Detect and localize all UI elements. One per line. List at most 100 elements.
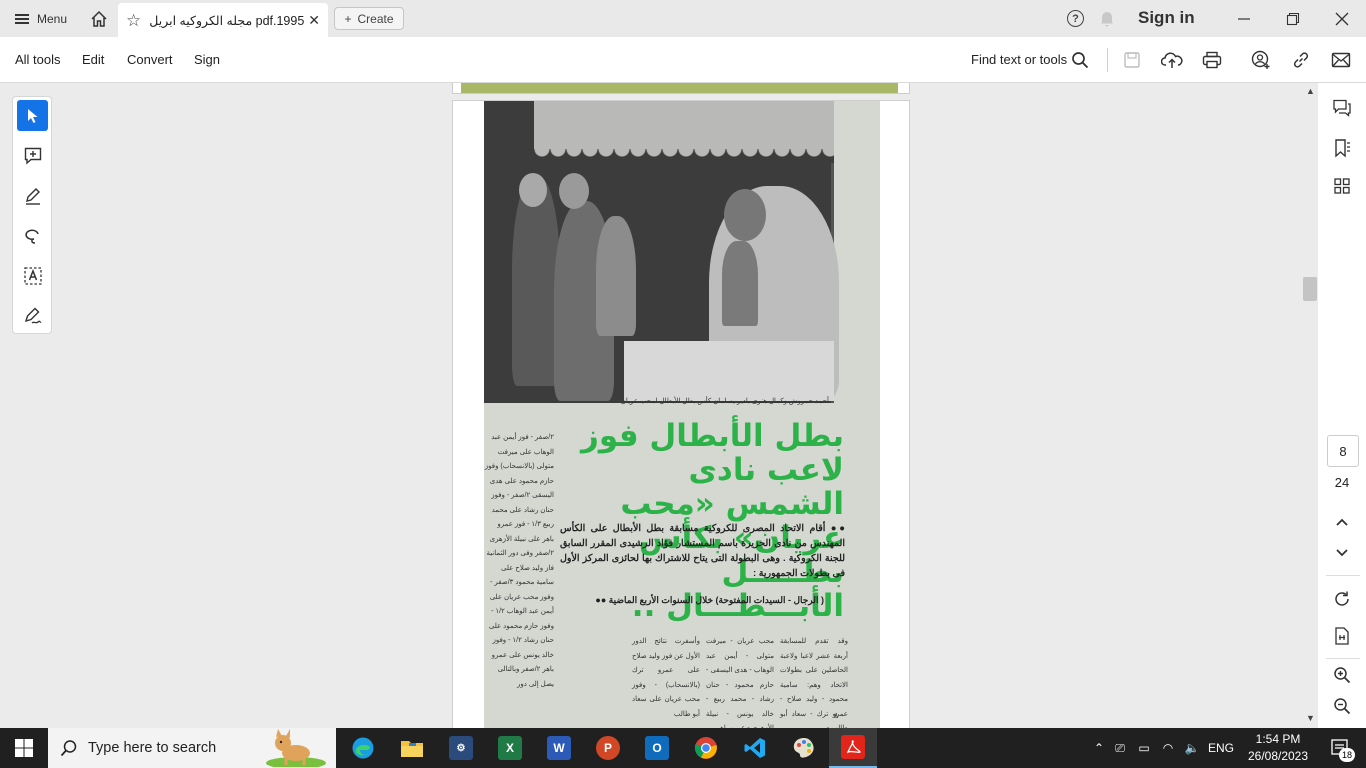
article-side-column: ٢/صفر - فوز أيمن عبد الوهاب على ميرفت مت…: [484, 434, 554, 688]
excel-app-icon[interactable]: X: [486, 728, 534, 768]
title-bar: Menu ☆ مجله الكروكيه ابريل pdf.1995 ✕ + …: [0, 0, 1366, 37]
paint-app-icon[interactable]: [780, 728, 828, 768]
email-icon[interactable]: [1329, 49, 1353, 71]
document-tab[interactable]: ☆ مجله الكروكيه ابريل pdf.1995 ✕: [118, 3, 328, 37]
share-user-icon[interactable]: [1249, 49, 1273, 71]
article-columns: وقد تقدم للمسابقة أربعة عشر لاعبا ولاعبة…: [560, 635, 848, 728]
cursor-icon: [27, 108, 37, 123]
article-intro: ●● أقام الاتحاد المصرى للكروكية مسابقة ب…: [560, 523, 845, 579]
minimize-button[interactable]: [1220, 0, 1268, 37]
close-window-button[interactable]: [1318, 0, 1366, 37]
convert-menu[interactable]: Convert: [127, 52, 173, 67]
star-icon[interactable]: ☆: [126, 12, 141, 29]
sign-in-button[interactable]: Sign in: [1138, 8, 1195, 28]
previous-page-image: [461, 83, 898, 93]
menu-label: Menu: [37, 11, 68, 26]
all-tools-menu[interactable]: All tools: [15, 52, 61, 67]
rail-divider: [1326, 658, 1360, 659]
close-tab-icon[interactable]: ✕: [304, 12, 320, 29]
language-indicator[interactable]: ENG: [1204, 741, 1238, 755]
document-viewport[interactable]: أحمد حمروش وكمال هنرى بادير يسلمان كأس ب…: [62, 83, 1302, 728]
sign-menu[interactable]: Sign: [194, 52, 220, 67]
search-icon[interactable]: [1068, 49, 1092, 71]
minimize-icon: [1238, 17, 1250, 20]
acrobat-app-icon[interactable]: [829, 728, 877, 768]
upload-cloud-icon[interactable]: [1160, 49, 1184, 71]
page-fit-icon[interactable]: [1330, 625, 1354, 647]
vscode-app-icon[interactable]: [731, 728, 779, 768]
meet-now-icon[interactable]: ⎚: [1108, 741, 1132, 756]
hamburger-icon: [15, 13, 29, 24]
signature-pen-icon: [24, 307, 41, 324]
link-icon[interactable]: [1289, 49, 1313, 71]
trophy: [722, 241, 758, 326]
highlight-tool[interactable]: [17, 180, 48, 211]
clock[interactable]: 1:54 PM 26/08/2023: [1238, 731, 1318, 765]
wifi-icon[interactable]: ◠: [1156, 741, 1180, 755]
previous-page-icon[interactable]: [1330, 511, 1354, 533]
restore-icon: [1286, 12, 1300, 25]
powerpoint-app-icon[interactable]: P: [584, 728, 632, 768]
menu-button[interactable]: Menu: [15, 0, 67, 37]
total-pages: 24: [1334, 475, 1350, 490]
word-app-icon[interactable]: W: [535, 728, 583, 768]
award-photo: [484, 101, 839, 403]
vertical-scrollbar[interactable]: ▲ ▼: [1302, 83, 1318, 728]
scroll-up-icon[interactable]: ▲: [1306, 86, 1315, 96]
pdf-page: أحمد حمروش وكمال هنرى بادير يسلمان كأس ب…: [452, 100, 910, 728]
next-page-icon[interactable]: [1330, 542, 1354, 564]
magazine-page-number: ٨: [834, 711, 839, 720]
add-comment-tool[interactable]: [17, 140, 48, 171]
draw-tool[interactable]: [17, 220, 48, 251]
comments-panel-icon[interactable]: [1330, 97, 1354, 119]
save-icon[interactable]: [1120, 49, 1144, 71]
right-rail: 8 24: [1318, 83, 1366, 728]
scroll-thumb[interactable]: [1303, 277, 1317, 301]
create-button[interactable]: + Create: [334, 7, 404, 30]
text-box-tool[interactable]: [17, 260, 48, 291]
help-icon[interactable]: ?: [1067, 10, 1084, 27]
restore-button[interactable]: [1269, 0, 1317, 37]
zoom-in-icon[interactable]: [1330, 664, 1354, 686]
zoom-out-icon[interactable]: [1330, 695, 1354, 717]
previous-page-bottom: [452, 83, 910, 94]
start-button[interactable]: [0, 728, 48, 768]
chrome-app-icon[interactable]: [682, 728, 730, 768]
notification-count: 18: [1339, 748, 1355, 762]
print-icon[interactable]: [1200, 49, 1224, 71]
search-icon: [60, 740, 77, 757]
comment-plus-icon: [24, 147, 41, 165]
photo-caption: أحمد حمروش وكمال هنرى بادير يسلمان كأس ب…: [620, 398, 829, 405]
battery-icon[interactable]: ▭: [1132, 741, 1156, 755]
home-icon: [91, 10, 107, 27]
thumbnails-icon[interactable]: [1330, 175, 1354, 197]
edit-menu[interactable]: Edit: [82, 52, 104, 67]
article-column: وأسفرت نتائج الدور الأول عن فوز وليد صلا…: [632, 638, 700, 718]
home-button[interactable]: [85, 5, 113, 33]
toolbar-divider: [1107, 48, 1108, 72]
create-label: Create: [357, 11, 394, 26]
file-explorer-icon[interactable]: [388, 728, 436, 768]
bell-icon[interactable]: [1099, 10, 1115, 32]
find-text-tools[interactable]: Find text or tools: [971, 52, 1067, 67]
scroll-down-icon[interactable]: ▼: [1306, 713, 1315, 723]
edge-app-icon[interactable]: [339, 728, 387, 768]
text-frame-icon: [23, 266, 42, 285]
taskbar-search-box[interactable]: Type here to search: [48, 728, 336, 768]
current-page-input[interactable]: 8: [1327, 435, 1359, 467]
article-subheading: ( الرجال - السيدات المفتوحة) خلال السنوا…: [595, 595, 824, 605]
show-hidden-icons-icon[interactable]: ⌃: [1090, 741, 1108, 755]
system-tray: ⌃ ⎚ ▭ ◠ 🔈 ENG: [1090, 728, 1238, 768]
pen-icon: [25, 187, 40, 205]
sql-app-icon[interactable]: ⚙: [437, 728, 485, 768]
outlook-app-icon[interactable]: O: [633, 728, 681, 768]
bookmarks-icon[interactable]: [1330, 137, 1354, 159]
volume-icon[interactable]: 🔈: [1180, 741, 1204, 755]
rotate-icon[interactable]: [1330, 588, 1354, 610]
notification-center[interactable]: 18: [1320, 728, 1360, 768]
sign-tool[interactable]: [17, 300, 48, 331]
plus-icon: +: [344, 11, 352, 26]
select-tool[interactable]: [17, 100, 48, 131]
close-icon: [1335, 12, 1349, 25]
main-toolbar: All tools Edit Convert Sign Find text or…: [0, 37, 1366, 83]
